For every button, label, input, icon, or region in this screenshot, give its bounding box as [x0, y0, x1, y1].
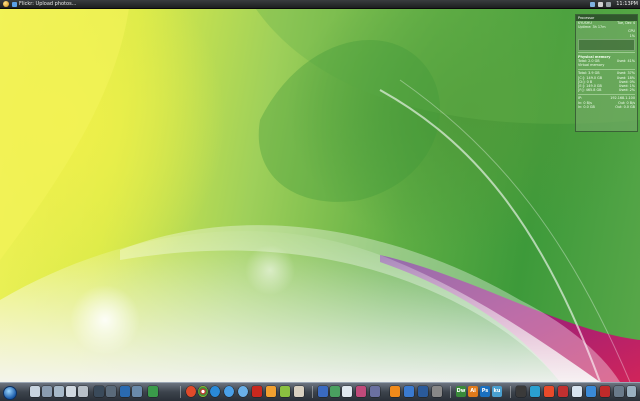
photo-app-icon[interactable] — [266, 386, 276, 397]
vlc-icon[interactable] — [390, 386, 400, 397]
drive-icon[interactable] — [78, 386, 88, 397]
applications-menu-icon[interactable] — [3, 1, 9, 7]
app-red-icon[interactable] — [558, 386, 568, 397]
internet-explorer-icon[interactable] — [210, 386, 220, 397]
tools-icon[interactable] — [544, 386, 554, 397]
chrome-icon[interactable] — [198, 386, 208, 397]
document-icon[interactable] — [342, 386, 352, 397]
media-icon[interactable] — [356, 386, 366, 397]
task-manager-icon[interactable] — [516, 386, 526, 397]
image-viewer-icon[interactable] — [280, 386, 290, 397]
dock-separator — [312, 386, 313, 398]
chart-app-icon[interactable] — [148, 386, 158, 397]
wallpaper-art — [0, 0, 640, 383]
brush-icon[interactable] — [586, 386, 596, 397]
system-monitor-widget: Processor KYUSHU Tue, Dec 4 Uptime: 3h 17… — [575, 14, 638, 132]
network-row: In: 0.0 GB Out: 0.0 GB — [578, 104, 635, 109]
kuler-icon[interactable]: ku — [492, 386, 502, 397]
opera-icon[interactable] — [186, 386, 196, 397]
utility-icon[interactable] — [432, 386, 442, 397]
volume-icon[interactable] — [598, 1, 604, 7]
info-row: 1% — [629, 33, 635, 38]
trash-icon[interactable] — [614, 386, 624, 397]
dock-separator — [180, 386, 181, 398]
photoshop-icon[interactable]: Ps — [480, 386, 490, 397]
chat-icon[interactable] — [418, 386, 428, 397]
filezilla-icon[interactable] — [252, 386, 262, 397]
cpu-graph — [578, 38, 635, 51]
tool-red-icon[interactable] — [600, 386, 610, 397]
calendar-small-icon[interactable] — [572, 386, 582, 397]
globe-icon[interactable] — [224, 386, 234, 397]
memory-row: Virtual memory — [578, 63, 605, 68]
calendar-icon[interactable] — [370, 386, 380, 397]
browser-icon — [12, 1, 17, 7]
window-title: Flickr: Upload photos... — [19, 1, 77, 7]
divider — [578, 68, 635, 70]
notepad-icon[interactable] — [294, 386, 304, 397]
help-icon[interactable] — [530, 386, 540, 397]
messenger-icon[interactable] — [238, 386, 248, 397]
dock-separator — [450, 386, 451, 398]
divider — [578, 93, 635, 95]
illustrator-icon[interactable]: Ai — [468, 386, 478, 397]
clock[interactable]: 11:13PM — [616, 0, 638, 8]
dock-separator — [510, 386, 511, 398]
divider — [578, 52, 635, 54]
desktop-wallpaper — [0, 0, 640, 400]
network-icon[interactable] — [590, 1, 596, 7]
folder-icon[interactable] — [66, 386, 76, 397]
show-desktop-icon[interactable] — [627, 386, 636, 397]
drive-row: [F:]: 465.8 GB Used: 2% — [578, 88, 635, 93]
monitor-icon[interactable] — [132, 386, 142, 397]
taskbar-window-item[interactable]: Flickr: Upload photos... — [12, 0, 76, 8]
spreadsheet-icon[interactable] — [330, 386, 340, 397]
settings-icon[interactable] — [106, 386, 116, 397]
dreamweaver-icon[interactable]: Dw — [456, 386, 466, 397]
search-icon[interactable] — [54, 386, 64, 397]
top-panel: Flickr: Upload photos... 11:13PM — [0, 0, 640, 9]
documents-icon[interactable] — [42, 386, 52, 397]
taskbar-dock: Dw Ai Ps ku — [0, 382, 640, 401]
computer-icon[interactable] — [30, 386, 40, 397]
start-button[interactable] — [3, 386, 17, 400]
battery-icon[interactable] — [606, 1, 612, 7]
word-icon[interactable] — [318, 386, 328, 397]
system-tray: 11:13PM — [590, 0, 638, 8]
network-tool-icon[interactable] — [120, 386, 130, 397]
skype-icon[interactable] — [404, 386, 414, 397]
terminal-icon[interactable] — [94, 386, 104, 397]
